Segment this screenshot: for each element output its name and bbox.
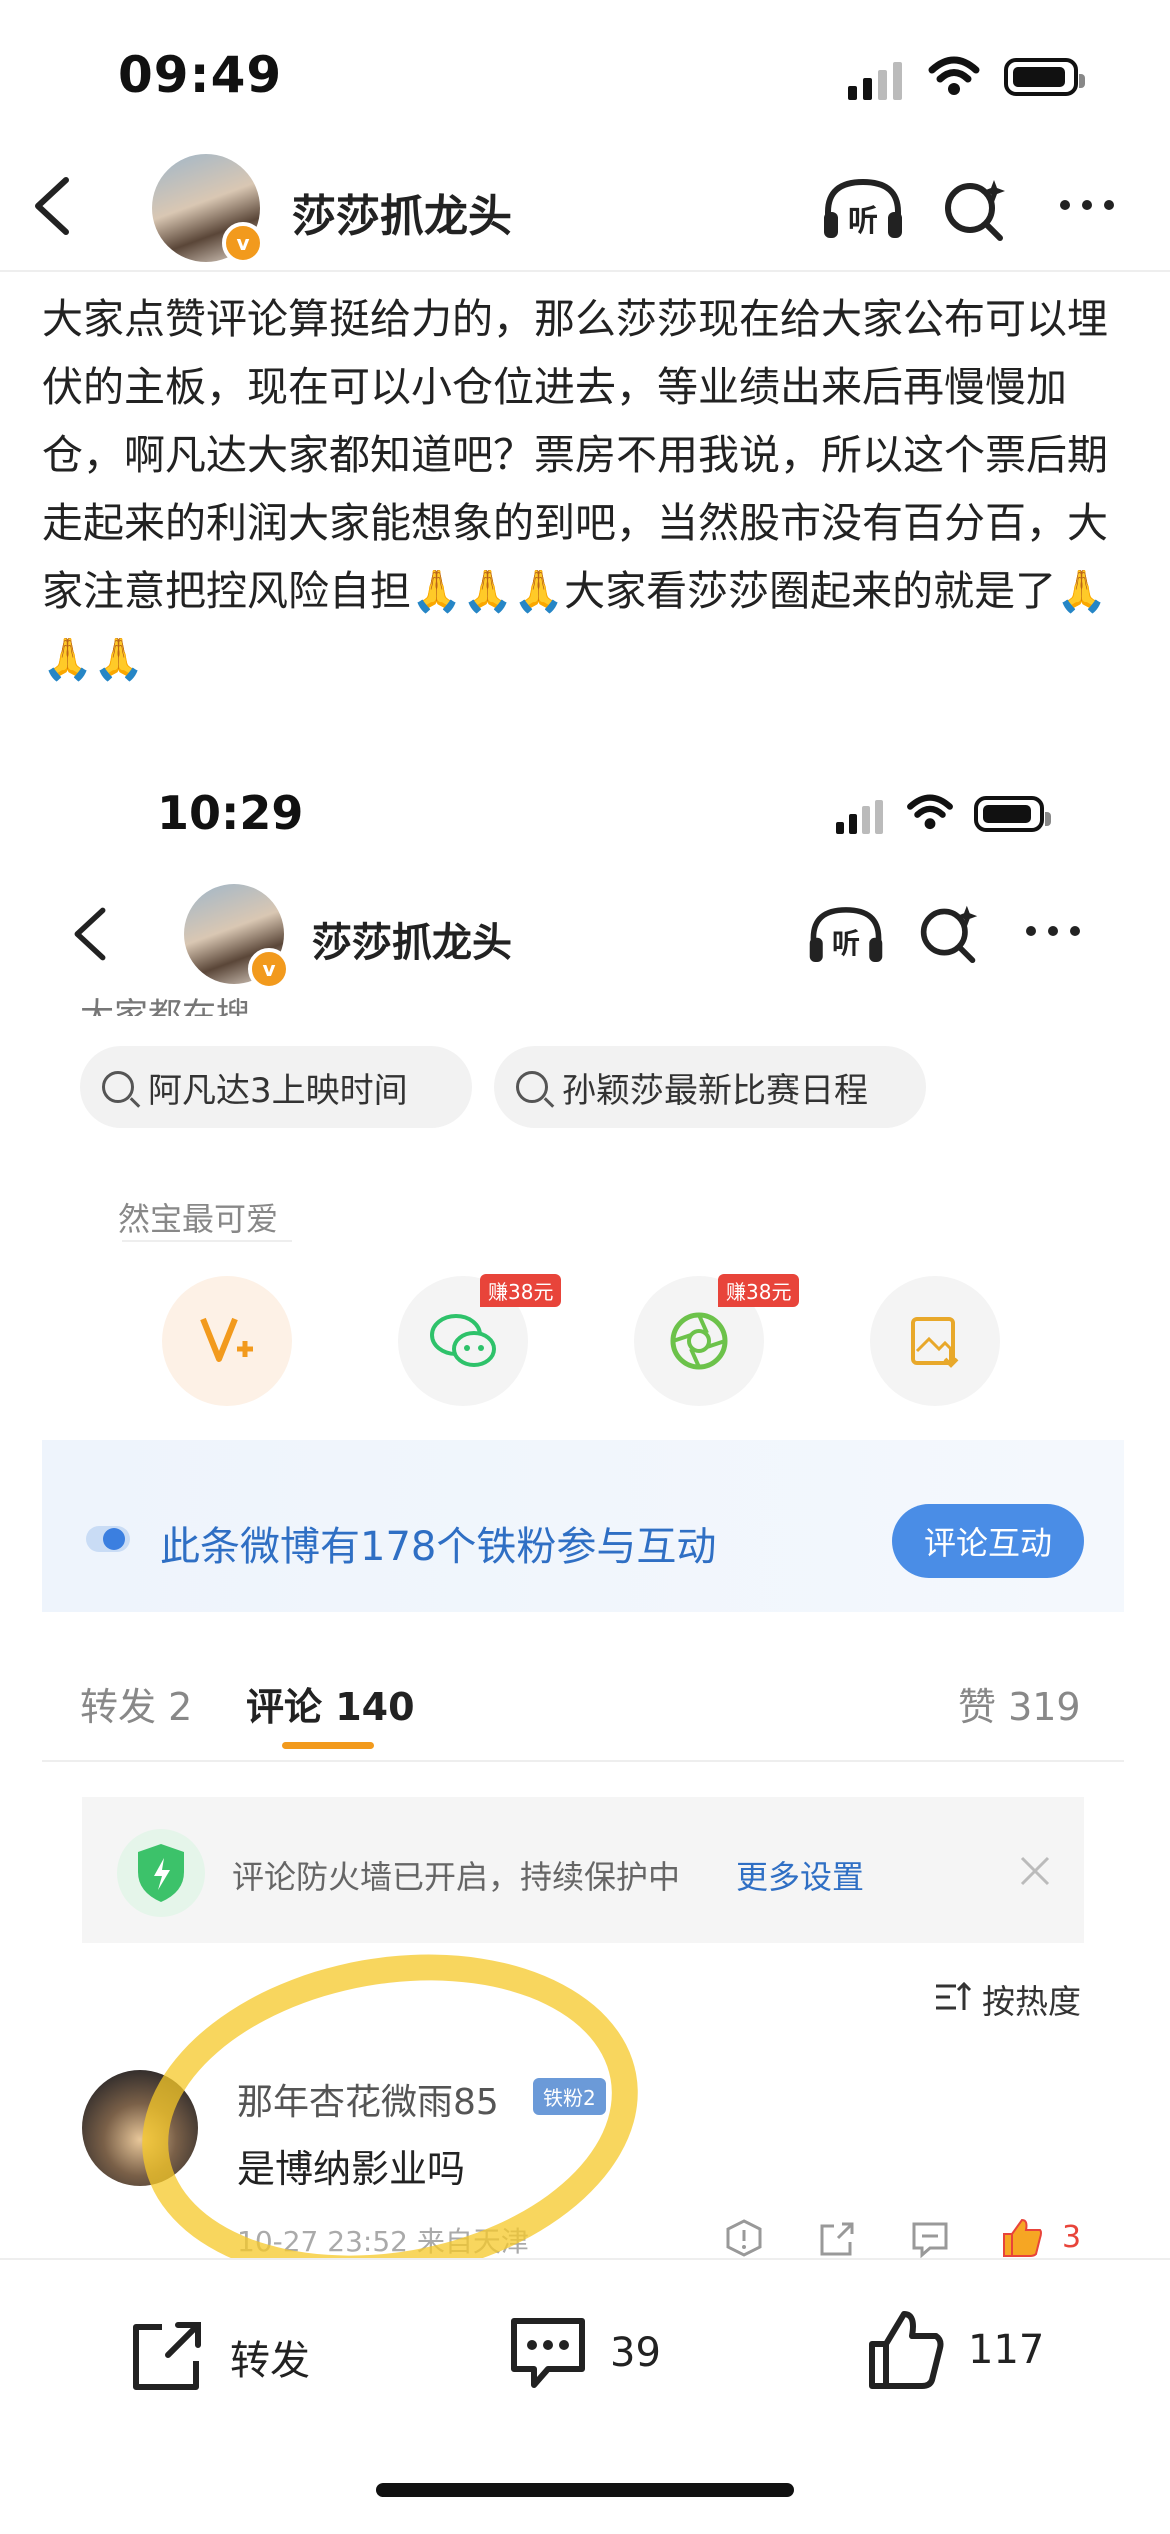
post-text: 大家点赞评论算挺给力的，那么莎莎现在给大家公布可以埋伏的主板，现在可以小仓位进去… bbox=[42, 295, 1108, 683]
wechat-icon bbox=[430, 1314, 496, 1367]
battery-icon bbox=[1004, 58, 1085, 96]
moments-icon bbox=[670, 1312, 728, 1370]
comment-count: 39 bbox=[610, 2330, 661, 2376]
thumbs-up-icon bbox=[869, 2311, 944, 2389]
tab-indicator bbox=[282, 1742, 374, 1749]
save-image-icon bbox=[911, 1317, 959, 1368]
page-title: 莎莎抓龙头 bbox=[292, 191, 512, 242]
repost-button[interactable]: 转发 bbox=[128, 2312, 348, 2402]
like-comment-icon[interactable] bbox=[1000, 2216, 1044, 2258]
repost-icon bbox=[133, 2322, 201, 2390]
verified-badge: v bbox=[222, 222, 264, 264]
v-plus-icon bbox=[200, 1317, 253, 1362]
back-arrow-icon[interactable] bbox=[30, 176, 74, 236]
inner-status-time: 10:29 bbox=[157, 786, 304, 840]
more-settings-link[interactable]: 更多设置 bbox=[736, 1852, 864, 1898]
inner-wifi-icon bbox=[907, 794, 953, 830]
fans-toggle-icon bbox=[86, 1526, 130, 1552]
inner-more-dots-icon[interactable] bbox=[1026, 926, 1080, 936]
inner-search-spark-icon[interactable] bbox=[918, 902, 980, 964]
tab-repost[interactable]: 转发 2 bbox=[80, 1676, 192, 1731]
share-comment-icon[interactable] bbox=[818, 2220, 856, 2258]
tooltip-text: 然宝最可爱 bbox=[118, 1200, 279, 1238]
search-chip[interactable]: 阿凡达3上映时间 bbox=[80, 1046, 472, 1128]
status-time: 09:49 bbox=[118, 46, 283, 104]
search-chip[interactable]: 孙颖莎最新比赛日程 bbox=[494, 1046, 926, 1128]
tab-comments[interactable]: 评论 140 bbox=[246, 1676, 415, 1731]
search-section-label: 大家都在搜 bbox=[80, 996, 250, 1016]
shield-icon bbox=[117, 1829, 205, 1917]
save-image-button[interactable] bbox=[870, 1276, 1000, 1406]
search-chip-label: 阿凡达3上映时间 bbox=[148, 1070, 408, 1111]
home-indicator[interactable] bbox=[376, 2483, 794, 2497]
reply-comment-icon[interactable] bbox=[910, 2220, 950, 2258]
tooltip-underline bbox=[122, 1240, 292, 1242]
close-icon[interactable] bbox=[1018, 1854, 1052, 1888]
wifi-icon bbox=[928, 56, 980, 95]
firewall-text: 评论防火墙已开启，持续保护中 bbox=[232, 1858, 681, 1896]
signal-icon bbox=[848, 62, 902, 100]
inner-listen-label: 听 bbox=[832, 927, 861, 960]
sort-by-hot[interactable]: 按热度 bbox=[982, 1975, 1081, 2023]
listen-label: 听 bbox=[848, 204, 878, 239]
comment-button[interactable]: 39 bbox=[508, 2308, 708, 2398]
inner-battery-icon bbox=[974, 796, 1051, 832]
search-icon bbox=[102, 1071, 134, 1103]
sort-icon bbox=[936, 1981, 972, 2010]
inner-verified-badge: v bbox=[248, 948, 290, 990]
tabs-divider bbox=[42, 1760, 1124, 1762]
inner-page-title: 莎莎抓龙头 bbox=[312, 920, 512, 966]
earn-badge: 赚38元 bbox=[718, 1274, 800, 1307]
listen-button[interactable]: 听 bbox=[820, 176, 906, 242]
tab-likes[interactable]: 赞 319 bbox=[958, 1676, 1081, 1731]
repost-label: 转发 bbox=[230, 2338, 310, 2384]
like-count: 117 bbox=[968, 2327, 1045, 2373]
v-plus-button[interactable] bbox=[162, 1276, 292, 1406]
more-dots-icon[interactable] bbox=[1060, 200, 1114, 210]
report-icon[interactable] bbox=[724, 2218, 764, 2258]
comment-like-count: 3 bbox=[1062, 2220, 1082, 2255]
fans-text: 此条微博有178个铁粉参与互动 bbox=[160, 1524, 717, 1570]
search-icon bbox=[516, 1071, 548, 1103]
like-button[interactable]: 117 bbox=[866, 2300, 1086, 2400]
comment-interact-button[interactable]: 评论互动 bbox=[892, 1504, 1084, 1578]
inner-back-arrow-icon[interactable] bbox=[70, 906, 110, 962]
search-spark-icon[interactable] bbox=[942, 176, 1008, 242]
comment-icon bbox=[511, 2318, 585, 2388]
earn-badge: 赚38元 bbox=[480, 1274, 562, 1307]
inner-listen-button[interactable]: 听 bbox=[806, 904, 886, 966]
inner-signal-icon bbox=[836, 800, 883, 834]
header-divider bbox=[0, 270, 1170, 272]
search-chip-label: 孙颖莎最新比赛日程 bbox=[562, 1070, 868, 1111]
